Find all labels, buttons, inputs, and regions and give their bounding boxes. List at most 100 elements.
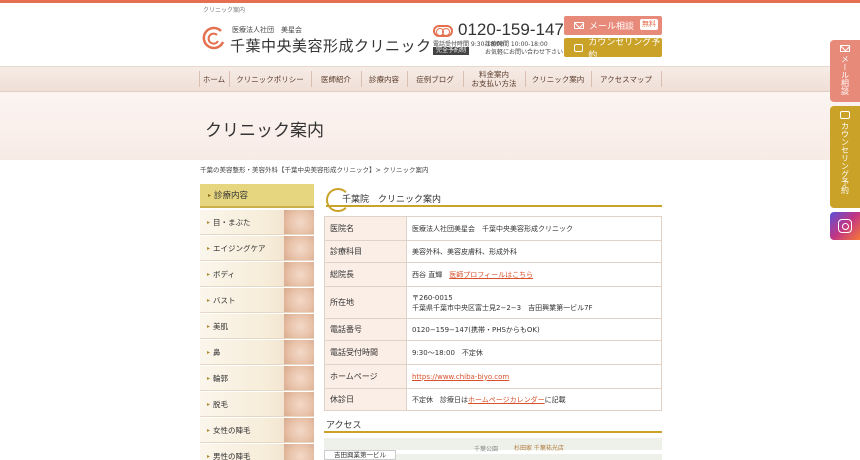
nav-clinic-info[interactable]: クリニック案内 (525, 66, 591, 92)
model-photo (284, 340, 314, 364)
doctor-profile-link[interactable]: 医師プロフィールはこちら (449, 271, 533, 279)
sidebar-item-label: 目・まぶた (213, 217, 251, 227)
director-name: 西谷 直輝 (412, 270, 443, 279)
table-row: 所在地 〒260-0015 千葉県千葉市中央区富士見2−2−3 吉田興業第一ビル7… (324, 286, 662, 319)
section-title: 千葉院 クリニック案内 (342, 195, 442, 205)
arrow-right-icon: ▸ (207, 244, 211, 252)
instagram-icon (838, 219, 852, 233)
envelope-icon (840, 45, 850, 52)
breadcrumb[interactable]: 千葉の美容整形・美容外科【千葉中央美容形成クリニック】> クリニック案内 (200, 164, 429, 174)
page-banner (0, 92, 860, 160)
nav-doctors[interactable]: 医師紹介 (311, 66, 361, 92)
address: 千葉県千葉市中央区富士見2−2−3 吉田興業第一ビル7F (412, 303, 593, 312)
access-map[interactable]: 吉田興業第一ビル 千葉公園 杉田家 千葉祐光店 (324, 438, 662, 460)
model-photo (284, 392, 314, 416)
arrow-right-icon: ▸ (207, 322, 211, 330)
sidebar-item-skin[interactable]: ▸ 美肌 (200, 314, 314, 339)
floating-mail-tab[interactable]: メール相談 (830, 40, 860, 102)
sidebar-item-male[interactable]: ▸ 男性の陣毛 (200, 444, 314, 460)
sidebar-item-hair-removal[interactable]: ▸ 脱毛 (200, 392, 314, 417)
row-value: 〒260-0015 千葉県千葉市中央区富士見2−2−3 吉田興業第一ビル7F (406, 286, 662, 319)
sidebar-item-body[interactable]: ▸ ボディ (200, 262, 314, 287)
chat-bubble-icon (840, 111, 850, 119)
floating-counseling-tab[interactable]: カウンセリング予約 (830, 106, 860, 208)
page-title: クリニック案内 (205, 121, 324, 141)
row-value: 9:30〜18:00 不定休 (406, 340, 662, 365)
nav-treatments[interactable]: 診療内容 (361, 66, 407, 92)
row-label: 電話受付時間 (324, 340, 407, 365)
clinic-name-logo[interactable]: 千葉中央美容形成クリニック (230, 35, 432, 56)
postal-code: 〒260-0015 (412, 293, 453, 302)
model-photo (284, 236, 314, 260)
phone-number[interactable]: 0120-159-147 (458, 20, 564, 40)
closed-days-suffix: に記載 (544, 395, 566, 404)
table-row: 総院長 西谷 直輝 医師プロフィールはこちら (324, 262, 662, 287)
chat-bubble-icon (574, 43, 584, 52)
nav-separator (661, 71, 662, 87)
mail-consult-button[interactable]: メール相談 無料 (564, 16, 662, 35)
sidebar-heading: ▸ 診療内容 (200, 184, 314, 208)
sidebar-item-eyes[interactable]: ▸ 目・まぶた (200, 210, 314, 235)
sidebar-item-aging-care[interactable]: ▸ エイジングケア (200, 236, 314, 261)
nav-clinic-policy[interactable]: クリニックポリシー (229, 66, 311, 92)
model-photo (284, 366, 314, 390)
row-value: 医療法人社団美星会 千葉中央美容形成クリニック (406, 216, 662, 241)
sidebar-item-female[interactable]: ▸ 女性の陣毛 (200, 418, 314, 443)
mail-consult-label: メール相談 (589, 22, 635, 32)
closed-days-text: 不定休 診療日は (412, 395, 468, 404)
homepage-link[interactable]: https://www.chiba-biyo.com (412, 373, 509, 381)
sidebar-item-label: バスト (213, 295, 236, 305)
org-name: 医療法人社団 美星会 (232, 26, 302, 34)
model-photo (284, 444, 314, 460)
arrow-right-icon: ▸ (207, 296, 211, 304)
model-photo (284, 210, 314, 234)
free-badge: 無料 (640, 19, 658, 30)
arrow-right-icon: ▸ (207, 400, 211, 408)
floating-mail-label: メール相談 (840, 55, 850, 95)
clinic-logo-icon[interactable] (201, 25, 227, 51)
map-shop-label: 杉田家 千葉祐光店 (514, 445, 564, 452)
table-row: 休診日 不定休 診療日はホームページカレンダーに記載 (324, 388, 662, 411)
sidebar-item-label: 輪郭 (213, 373, 229, 383)
sidebar-item-label: 女性の陣毛 (213, 425, 251, 435)
row-value: 0120−159−147(携帯・PHSからもOK) (406, 318, 662, 341)
table-row: 電話番号 0120−159−147(携帯・PHSからもOK) (324, 318, 662, 341)
arrow-right-icon: ▸ (207, 452, 211, 460)
row-label: 休診日 (324, 388, 407, 411)
map-location-label: 吉田興業第一ビル (324, 450, 396, 460)
calendar-link[interactable]: ホームページカレンダー (468, 396, 545, 404)
access-title: アクセス (326, 421, 362, 431)
sidebar-heading-label: 診療内容 (214, 191, 249, 201)
row-label: ホームページ (324, 364, 407, 389)
nav-home[interactable]: ホーム (199, 66, 229, 92)
sidebar-item-contour[interactable]: ▸ 輪郭 (200, 366, 314, 391)
row-value: 美容外科、美容皮膚科、形成外科 (406, 240, 662, 263)
arrow-right-icon: ▸ (207, 348, 211, 356)
map-park-label: 千葉公園 (474, 446, 499, 453)
counseling-label: カウンセリング予約 (588, 37, 661, 61)
sidebar-item-bust[interactable]: ▸ バスト (200, 288, 314, 313)
arrow-right-icon: ▸ (207, 270, 211, 278)
instagram-tab[interactable] (830, 212, 860, 240)
reservation-badge: 完全予約制 (433, 47, 470, 55)
row-value: 不定休 診療日はホームページカレンダーに記載 (406, 388, 662, 411)
nav-access-map[interactable]: アクセスマップ (591, 66, 661, 92)
counseling-reservation-button[interactable]: カウンセリング予約 (564, 38, 662, 61)
nav-case-blog[interactable]: 症例ブログ (407, 66, 463, 92)
arrow-right-icon: ▸ (207, 374, 211, 382)
model-photo (284, 314, 314, 338)
row-label: 総院長 (324, 262, 407, 287)
nav-pricing[interactable]: 料金案内 お支払い方法 (463, 66, 525, 92)
sidebar-item-nose[interactable]: ▸ 鼻 (200, 340, 314, 365)
row-label: 所在地 (324, 286, 407, 319)
arrow-right-icon: ▸ (207, 426, 211, 434)
row-label: 医院名 (324, 216, 407, 241)
table-row: ホームページ https://www.chiba-biyo.com (324, 364, 662, 389)
sidebar-item-label: 脱毛 (213, 399, 229, 409)
section-underline (326, 205, 662, 207)
envelope-icon (574, 22, 584, 29)
arrow-right-icon: ▸ (207, 218, 211, 226)
row-label: 診療科目 (324, 240, 407, 263)
model-photo (284, 288, 314, 312)
row-label: 電話番号 (324, 318, 407, 341)
